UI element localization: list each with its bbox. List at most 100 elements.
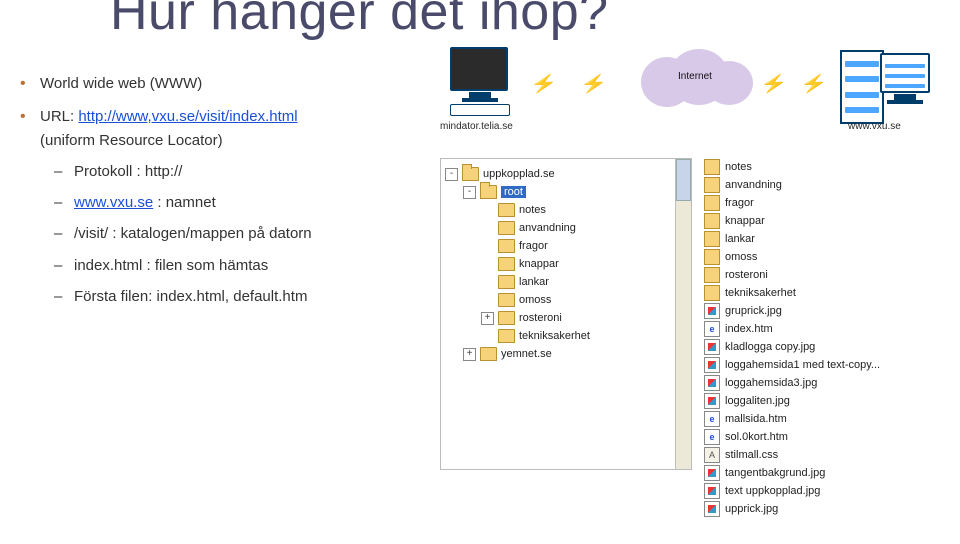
server-monitor-icon [880, 53, 930, 104]
folder-icon [480, 185, 497, 199]
folder-icon [704, 195, 720, 211]
folder-icon [498, 311, 515, 325]
image-file-icon [704, 501, 720, 517]
file-name: loggahemsida3.jpg [725, 377, 817, 389]
file-row[interactable]: upprick.jpg [700, 500, 940, 518]
folder-icon [704, 177, 720, 193]
file-row[interactable]: notes [700, 158, 940, 176]
file-name: kladlogga copy.jpg [725, 341, 815, 353]
image-file-icon [704, 465, 720, 481]
tree-item-label: omoss [519, 294, 551, 306]
collapse-toggle-icon[interactable]: - [463, 186, 476, 199]
sub-name: www.vxu.se : namnet [40, 191, 450, 214]
cloud-icon: Internet [635, 49, 755, 105]
bolt-icon: ⚡ [530, 74, 557, 95]
url-prefix: URL: [40, 108, 78, 125]
slide: Hur hänger det ihop? World wide web (WWW… [0, 0, 960, 544]
file-row[interactable]: loggahemsida1 med text-copy... [700, 356, 940, 374]
folder-icon [498, 293, 515, 307]
image-file-icon [704, 303, 720, 319]
folder-tree: -uppkopplad.se-rootnotesanvandningfragor… [440, 158, 692, 470]
tree-row[interactable]: -root [445, 183, 691, 201]
image-file-icon [704, 357, 720, 373]
file-row[interactable]: emallsida.htm [700, 410, 940, 428]
domain-link[interactable]: www.vxu.se [74, 194, 153, 211]
file-row[interactable]: omoss [700, 248, 940, 266]
sub-visit: /visit/ : katalogen/mappen på datorn [40, 222, 450, 245]
tree-row[interactable]: omoss [445, 291, 691, 309]
client-caption: mindator.telia.se [440, 121, 513, 132]
tree-item-label: notes [519, 204, 546, 216]
folder-icon [704, 231, 720, 247]
folder-icon [498, 275, 515, 289]
tree-item-label: rosteroni [519, 312, 562, 324]
file-name: rosteroni [725, 269, 768, 281]
tree-row[interactable]: tekniksakerhet [445, 327, 691, 345]
tree-row[interactable]: fragor [445, 237, 691, 255]
tree-row[interactable]: + yemnet.se [445, 345, 691, 363]
scrollbar[interactable] [675, 159, 691, 469]
file-name: gruprick.jpg [725, 305, 782, 317]
folder-icon [704, 159, 720, 175]
css-file-icon: A [704, 447, 720, 463]
tree-row[interactable]: lankar [445, 273, 691, 291]
sub-protokoll: Protokoll : http:// [40, 160, 450, 183]
url-link[interactable]: http://www,vxu.se/visit/index.html [78, 108, 297, 125]
html-file-icon: e [704, 321, 720, 337]
file-row[interactable]: anvandning [700, 176, 940, 194]
tree-row[interactable]: + rosteroni [445, 309, 691, 327]
scrollbar-thumb[interactable] [676, 159, 691, 201]
file-name: notes [725, 161, 752, 173]
expand-toggle-icon[interactable]: + [463, 348, 476, 361]
tree-row[interactable]: knappar [445, 255, 691, 273]
tree-row[interactable]: anvandning [445, 219, 691, 237]
tree-item-label: uppkopplad.se [483, 168, 555, 180]
tree-item-label: yemnet.se [501, 348, 552, 360]
file-name: loggahemsida1 med text-copy... [725, 359, 880, 371]
collapse-toggle-icon[interactable]: - [445, 168, 458, 181]
bullet-www: World wide web (WWW) [20, 72, 450, 95]
file-name: text uppkopplad.jpg [725, 485, 820, 497]
file-row[interactable]: rosteroni [700, 266, 940, 284]
folder-icon [498, 203, 515, 217]
tree-row[interactable]: notes [445, 201, 691, 219]
image-file-icon [704, 393, 720, 409]
bolt-icon: ⚡ [760, 74, 787, 95]
file-name: tekniksakerhet [725, 287, 796, 299]
file-row[interactable]: text uppkopplad.jpg [700, 482, 940, 500]
file-row[interactable]: tekniksakerhet [700, 284, 940, 302]
folder-icon [704, 267, 720, 283]
tree-item-label: knappar [519, 258, 559, 270]
file-name: lankar [725, 233, 755, 245]
file-name: tangentbakgrund.jpg [725, 467, 825, 479]
folder-icon [704, 285, 720, 301]
file-row[interactable]: tangentbakgrund.jpg [700, 464, 940, 482]
file-name: fragor [725, 197, 754, 209]
file-row[interactable]: gruprick.jpg [700, 302, 940, 320]
image-file-icon [704, 339, 720, 355]
file-name: sol.0kort.htm [725, 431, 788, 443]
file-row[interactable]: esol.0kort.htm [700, 428, 940, 446]
file-list: notes anvandning fragor knappar lankar omoss r… [700, 158, 940, 528]
sub-name-suffix: : namnet [153, 194, 216, 211]
file-name: index.htm [725, 323, 773, 335]
file-row[interactable]: Astilmall.css [700, 446, 940, 464]
file-row[interactable]: kladlogga copy.jpg [700, 338, 940, 356]
folder-icon [498, 221, 515, 235]
file-row[interactable]: knappar [700, 212, 940, 230]
file-row[interactable]: fragor [700, 194, 940, 212]
bolt-icon: ⚡ [800, 74, 827, 95]
bolt-icon: ⚡ [580, 74, 607, 95]
server-tower-icon [840, 50, 884, 124]
folder-icon [498, 329, 515, 343]
image-file-icon [704, 483, 720, 499]
network-diagram: mindator.telia.se ⚡ ⚡ Internet ⚡ ⚡ www.v… [440, 45, 940, 145]
expand-toggle-icon[interactable]: + [481, 312, 494, 325]
tree-row[interactable]: - uppkopplad.se [445, 165, 691, 183]
file-name: anvandning [725, 179, 782, 191]
file-row[interactable]: loggahemsida3.jpg [700, 374, 940, 392]
file-name: stilmall.css [725, 449, 778, 461]
file-row[interactable]: e index.htm [700, 320, 940, 338]
file-row[interactable]: loggaliten.jpg [700, 392, 940, 410]
file-row[interactable]: lankar [700, 230, 940, 248]
